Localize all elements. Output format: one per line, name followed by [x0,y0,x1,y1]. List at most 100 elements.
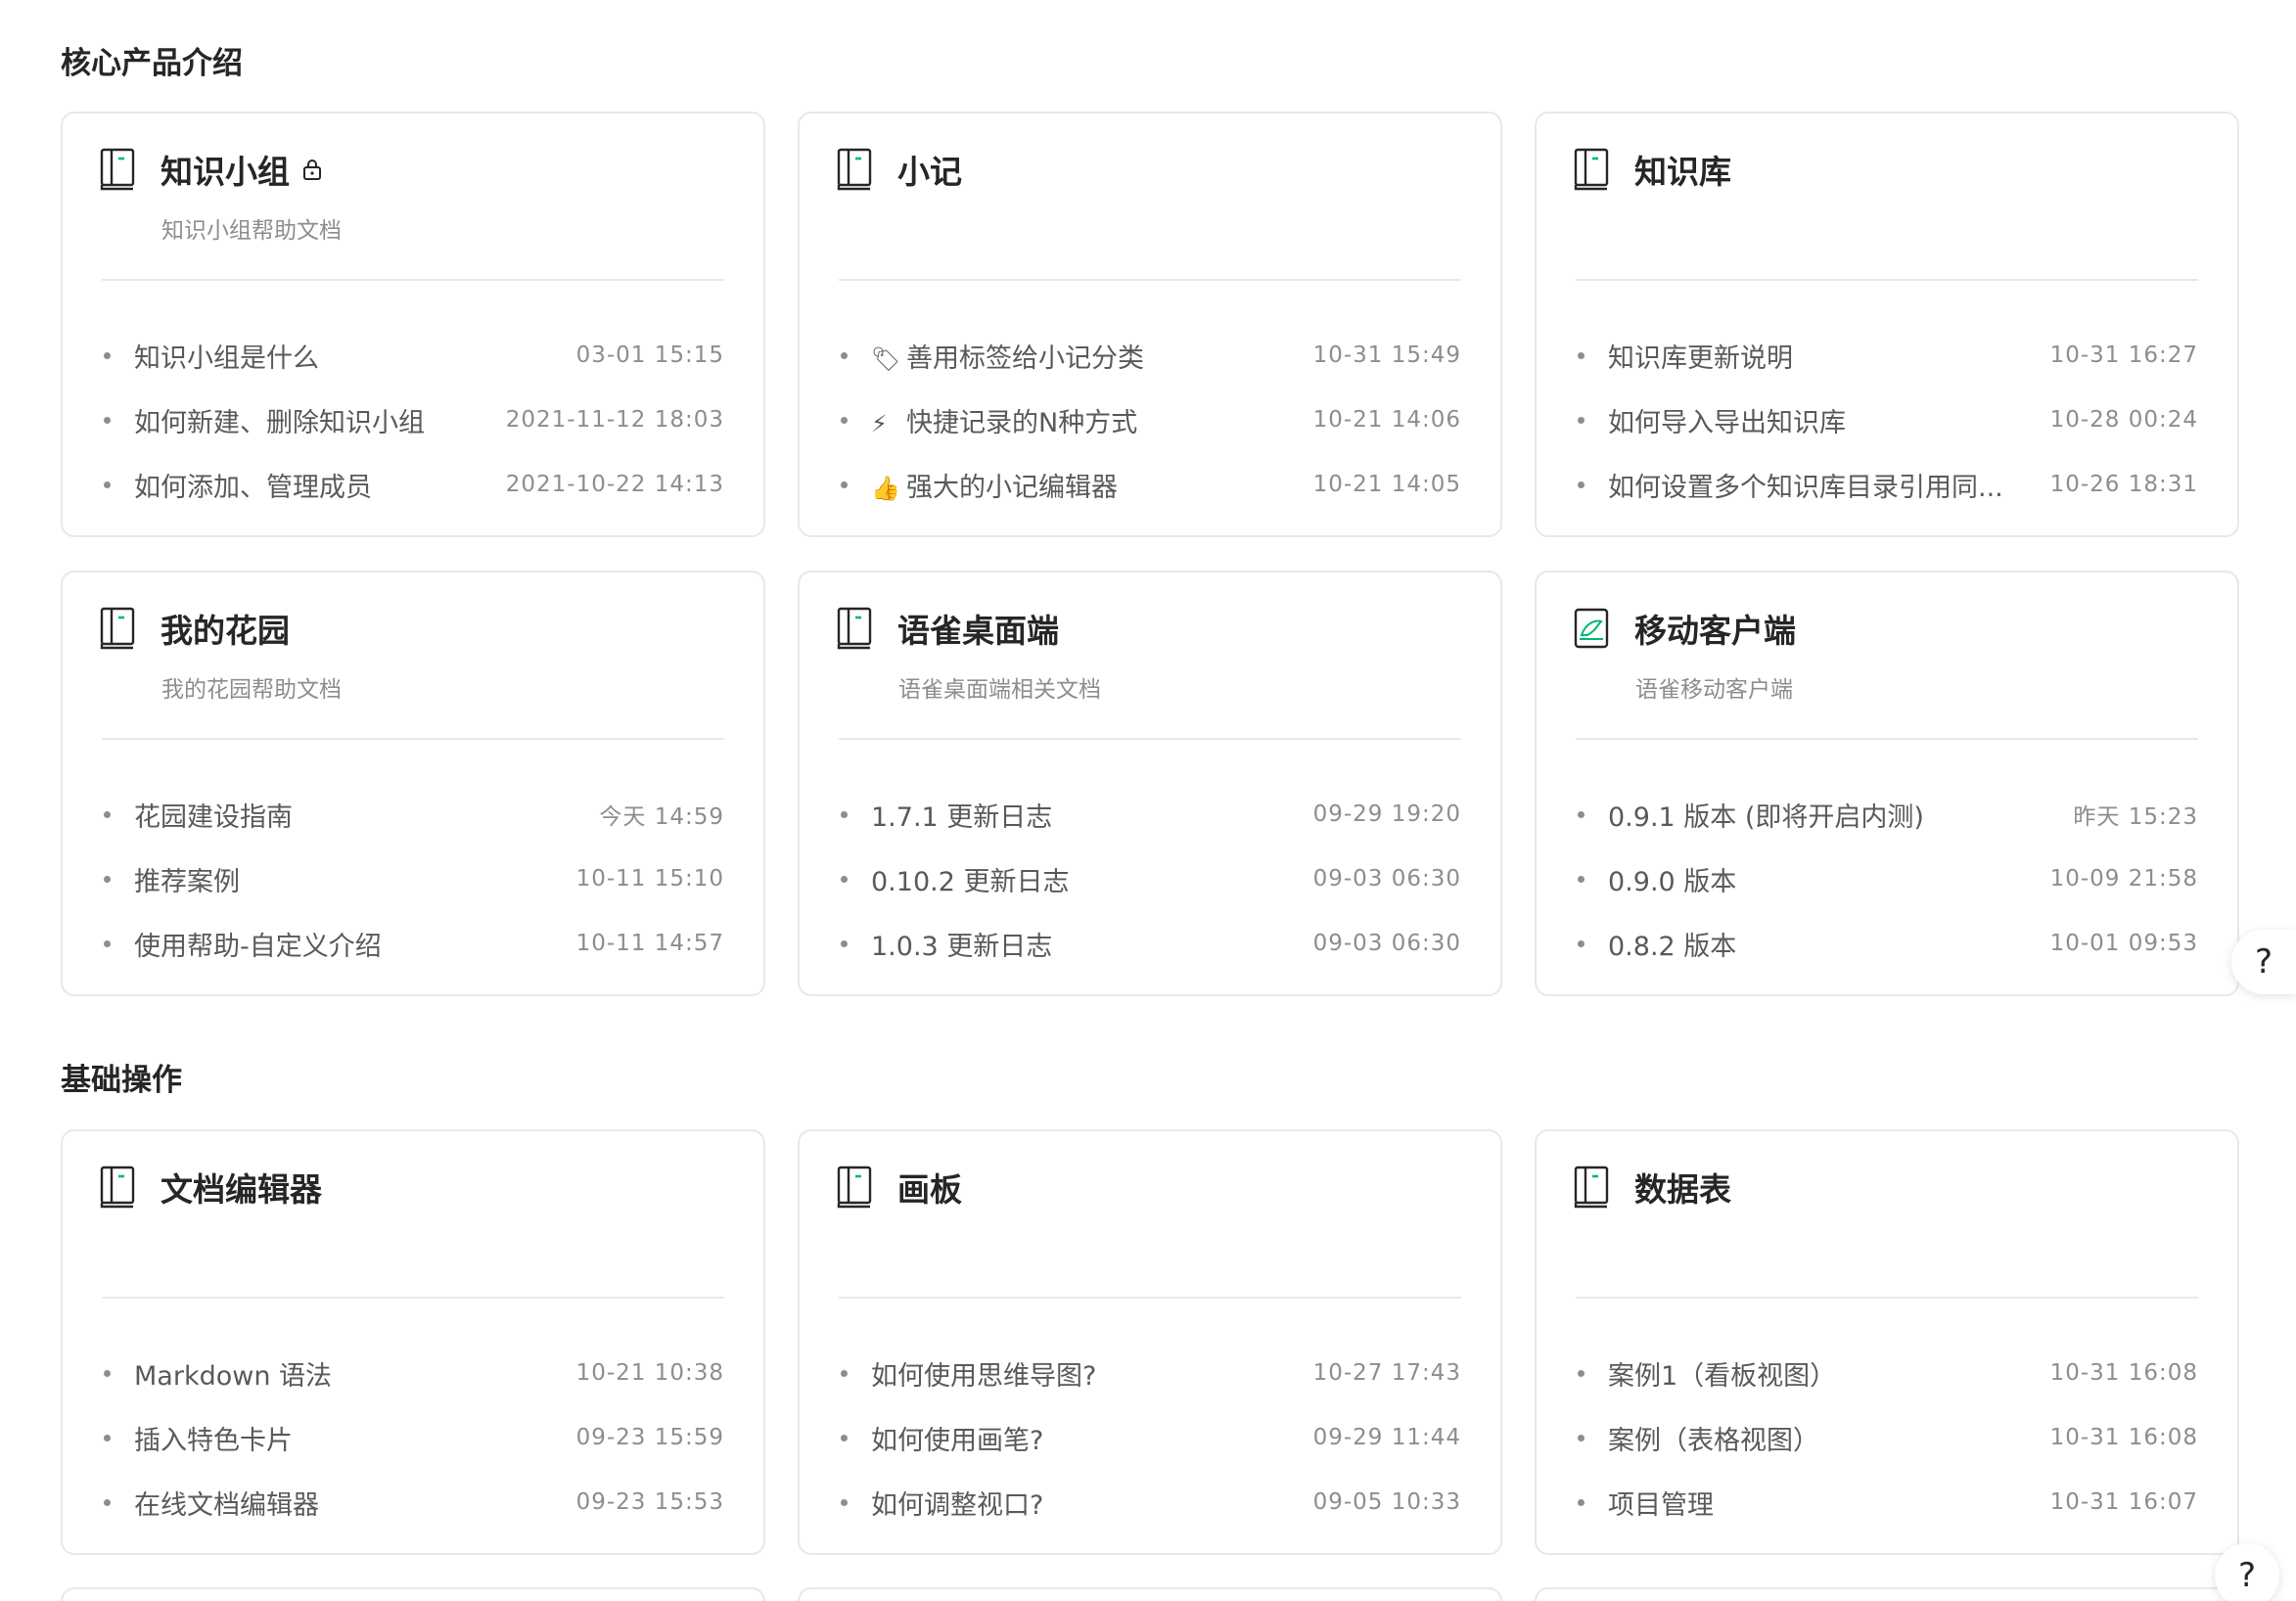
bullet-icon [104,1369,111,1377]
doc-item[interactable]: 0.9.1 版本 (即将开启内测) 昨天 15:23 [1576,782,2198,846]
doc-link[interactable]: 推荐案例 [134,860,547,898]
bullet-icon [1578,416,1584,424]
doc-list: 如何使用思维导图? 10-27 17:43 如何使用画笔? 09-29 11:44 如何… [839,1341,1461,1534]
doc-link[interactable]: 知识库更新说明 [1608,337,2021,375]
doc-title: 使用帮助-自定义介绍 [134,931,382,962]
doc-item[interactable]: ⚡ 快捷记录的N种方式 10-21 14:06 [839,388,1461,452]
book-card[interactable]: 知识小组 知识小组帮助文档 知识小组是什么 03-01 15:15 如何新建、删除知识小… [61,112,765,537]
card-title[interactable]: 画板 [897,1164,962,1211]
book-card[interactable]: 我的花园 我的花园帮助文档 花园建设指南 今天 14:59 推荐案例 10-11 15:1… [61,571,765,996]
doc-item[interactable]: 0.8.2 版本 10-01 09:53 [1576,911,2198,976]
doc-link[interactable]: 1.0.3 更新日志 [871,925,1284,963]
doc-title: 如何添加、管理成员 [134,472,372,503]
card-header[interactable]: 知识库 [1574,147,1731,192]
card-header[interactable]: 数据表 [1574,1165,1731,1210]
bullet-icon [841,416,848,424]
doc-item[interactable]: 👍 强大的小记编辑器 10-21 14:05 [839,452,1461,517]
doc-link[interactable]: 1.7.1 更新日志 [871,796,1284,834]
doc-link[interactable]: 花园建设指南 [134,796,570,834]
book-card[interactable]: 文档编辑器 Markdown 语法 10-21 10:38 插入特色卡片 09-23 1… [61,1129,765,1555]
doc-link[interactable]: 如何导入导出知识库 [1608,401,2021,439]
doc-item[interactable]: 🏷 善用标签给小记分类 10-31 15:49 [839,323,1461,388]
card-title[interactable]: 语雀桌面端 [897,605,1059,652]
card-title[interactable]: 移动客户端 [1634,605,1796,652]
bullet-icon [104,1434,111,1441]
doc-link[interactable]: 插入特色卡片 [134,1419,547,1457]
card-header[interactable]: 语雀桌面端 [837,606,1059,651]
doc-item[interactable]: Markdown 语法 10-21 10:38 [102,1341,724,1405]
book-card[interactable] [1535,1587,2239,1601]
book-card[interactable]: 小记 🏷 善用标签给小记分类 10-31 15:49 ⚡ 快捷记录的N种方式 10-21 1… [798,112,1502,537]
doc-item[interactable]: 0.9.0 版本 10-09 21:58 [1576,846,2198,911]
book-card[interactable]: 知识库知识库更新说明 10-31 16:27 如何导入导出知识库 10-28 00:2… [1535,112,2239,537]
card-header[interactable]: 文档编辑器 [100,1165,322,1210]
doc-item[interactable]: 0.10.2 更新日志 09-03 06:30 [839,846,1461,911]
doc-item[interactable]: 1.7.1 更新日志 09-29 19:20 [839,782,1461,846]
doc-link[interactable]: 如何使用思维导图? [871,1354,1284,1393]
card-title[interactable]: 文档编辑器 [161,1164,322,1211]
book-card[interactable]: 数据表 案例1（看板视图） 10-31 16:08 案例（表格视图） 10-31 16:… [1535,1129,2239,1555]
doc-link[interactable]: 案例（表格视图） [1608,1419,2021,1457]
doc-item[interactable]: 项目管理 10-31 16:07 [1576,1470,2198,1534]
card-header[interactable]: 我的花园 [100,606,290,651]
doc-item[interactable]: 推荐案例 10-11 15:10 [102,846,724,911]
book-card[interactable]: 画板如何使用思维导图? 10-27 17:43 如何使用画笔? 09-29 11:44… [798,1129,1502,1555]
bullet-icon [104,351,111,359]
doc-link[interactable]: 知识小组是什么 [134,337,547,375]
doc-timestamp: 09-23 15:53 [575,1489,724,1515]
doc-list: 花园建设指南 今天 14:59 推荐案例 10-11 15:10 使用帮助-自定义介绍 1… [102,782,724,976]
doc-item[interactable]: 如何新建、删除知识小组 2021-11-12 18:03 [102,388,724,452]
doc-item[interactable]: 如何添加、管理成员 2021-10-22 14:13 [102,452,724,517]
doc-item[interactable]: 插入特色卡片 09-23 15:59 [102,1405,724,1470]
card-title[interactable]: 我的花园 [161,605,290,652]
doc-timestamp: 10-31 16:07 [2049,1489,2198,1515]
card-title[interactable]: 知识库 [1634,146,1731,193]
doc-link[interactable]: 0.10.2 更新日志 [871,860,1284,898]
doc-link[interactable]: 0.8.2 版本 [1608,925,2021,963]
book-card[interactable] [798,1587,1502,1601]
card-header[interactable]: 知识小组 [100,147,323,192]
doc-item[interactable]: 知识小组是什么 03-01 15:15 [102,323,724,388]
doc-link[interactable]: 0.9.1 版本 (即将开启内测) [1608,796,2043,834]
doc-item[interactable]: 使用帮助-自定义介绍 10-11 14:57 [102,911,724,976]
card-header[interactable]: 移动客户端 [1574,606,1796,651]
card-title[interactable]: 知识小组 [161,146,290,193]
card-title[interactable]: 数据表 [1634,1164,1731,1211]
book-card[interactable]: 移动客户端 语雀移动客户端 0.9.1 版本 (即将开启内测) 昨天 15:23 0.9… [1535,571,2239,996]
doc-item[interactable]: 如何调整视口? 09-05 10:33 [839,1470,1461,1534]
doc-item[interactable]: 如何设置多个知识库目录引用同... 10-26 18:31 [1576,452,2198,517]
doc-item[interactable]: 案例（表格视图） 10-31 16:08 [1576,1405,2198,1470]
doc-timestamp: 10-11 14:57 [575,931,724,956]
doc-item[interactable]: 如何使用画笔? 09-29 11:44 [839,1405,1461,1470]
card-header[interactable]: 画板 [837,1165,962,1210]
doc-link[interactable]: 👍 强大的小记编辑器 [871,466,1284,504]
doc-link[interactable]: 如何新建、删除知识小组 [134,401,477,439]
card-title[interactable]: 小记 [897,146,962,193]
help-button[interactable]: ? [2215,1543,2279,1601]
doc-item[interactable]: 知识库更新说明 10-31 16:27 [1576,323,2198,388]
doc-item[interactable]: 1.0.3 更新日志 09-03 06:30 [839,911,1461,976]
card-description: 语雀移动客户端 [1635,677,1793,703]
help-button[interactable]: ? [2231,930,2296,994]
bullet-icon [841,480,848,488]
book-card[interactable] [61,1587,765,1601]
doc-link[interactable]: 如何使用画笔? [871,1419,1284,1457]
doc-link[interactable]: 如何添加、管理成员 [134,466,477,504]
doc-item[interactable]: 如何导入导出知识库 10-28 00:24 [1576,388,2198,452]
doc-link[interactable]: 0.9.0 版本 [1608,860,2021,898]
card-header[interactable]: 小记 [837,147,962,192]
doc-link[interactable]: 案例1（看板视图） [1608,1354,2021,1393]
doc-link[interactable]: Markdown 语法 [134,1354,547,1393]
doc-link[interactable]: 如何设置多个知识库目录引用同... [1608,466,2021,504]
doc-link[interactable]: 🏷 善用标签给小记分类 [871,337,1284,375]
doc-link[interactable]: 如何调整视口? [871,1484,1284,1522]
doc-item[interactable]: 在线文档编辑器 09-23 15:53 [102,1470,724,1534]
doc-link[interactable]: 项目管理 [1608,1484,2021,1522]
doc-item[interactable]: 如何使用思维导图? 10-27 17:43 [839,1341,1461,1405]
doc-item[interactable]: 案例1（看板视图） 10-31 16:08 [1576,1341,2198,1405]
doc-link[interactable]: 在线文档编辑器 [134,1484,547,1522]
doc-link[interactable]: ⚡ 快捷记录的N种方式 [871,401,1284,439]
doc-item[interactable]: 花园建设指南 今天 14:59 [102,782,724,846]
doc-link[interactable]: 使用帮助-自定义介绍 [134,925,547,963]
book-card[interactable]: 语雀桌面端 语雀桌面端相关文档 1.7.1 更新日志 09-29 19:20 0.10.… [798,571,1502,996]
